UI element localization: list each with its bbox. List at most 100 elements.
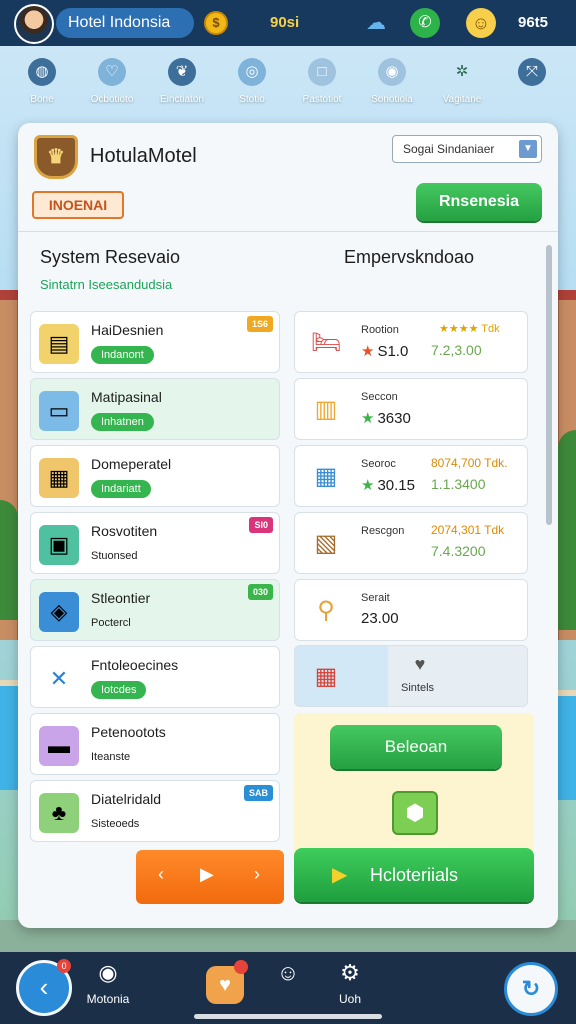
- system-item[interactable]: ◈ Stleontier Poctercl 030: [30, 579, 280, 641]
- nav-item[interactable]: ◎ Stotio: [216, 52, 288, 105]
- beleoan-button[interactable]: Beleoan: [330, 725, 502, 769]
- frame-icon: ▧: [314, 530, 338, 557]
- room-item-label: Rootion: [361, 324, 399, 336]
- reserve-button[interactable]: Rnsenesia: [416, 183, 542, 221]
- star-icon: ✲: [455, 63, 469, 80]
- nav-item[interactable]: ♡ Ocbotioto: [76, 52, 148, 105]
- smile-icon[interactable]: ☺: [466, 8, 496, 38]
- nav-item[interactable]: ◉ Sonotiola: [356, 52, 428, 105]
- notification-badge: 0: [57, 959, 71, 973]
- system-item[interactable]: ▤ HaiDesnien Indanont 1S6: [30, 311, 280, 373]
- room-item-secondary: 7.2,3.00: [431, 342, 482, 358]
- favorites-badge: [234, 960, 248, 974]
- map-pin-icon: ♥: [414, 654, 426, 674]
- nav-item[interactable]: ✲ Vagitane: [426, 52, 498, 105]
- nav-item[interactable]: ⤧: [496, 52, 568, 94]
- system-section-title: System Resevaio: [40, 247, 181, 267]
- room-item-label: Seoroc: [361, 458, 396, 470]
- bottom-item-label: Uoh: [338, 992, 361, 1006]
- avatar[interactable]: [14, 4, 54, 44]
- palm-tree-right: [558, 430, 576, 630]
- system-item[interactable]: ▦ Domeperatel Indariatt: [30, 445, 280, 507]
- room-item[interactable]: ▧ Rescgon 2074,301 Tdk 7.4.3200: [294, 512, 528, 574]
- system-item-status: Indariatt: [91, 480, 151, 498]
- resource-value: 96t5: [518, 14, 549, 31]
- map-card[interactable]: ▦ ♥ Sintels: [294, 645, 528, 707]
- system-item-status: Sisteoeds: [91, 818, 140, 830]
- bottom-item-uoh[interactable]: ⚙ Uoh: [330, 960, 370, 1006]
- star-icon: ★: [361, 343, 375, 360]
- system-item[interactable]: ✕ Fntoleoecines Iotcdes: [30, 646, 280, 708]
- nav-item[interactable]: □ Pastotiot: [286, 52, 358, 105]
- refresh-button[interactable]: ↻: [504, 962, 558, 1016]
- room-item-label: Seccon: [361, 391, 398, 403]
- room-item[interactable]: 🛏 Rootion ★ S1.0 ★★★★ Tdk 7.2,3.00: [294, 311, 528, 373]
- system-item-status: Iotcdes: [91, 681, 147, 699]
- square-icon: □: [308, 58, 336, 86]
- computer-icon: ▭: [39, 391, 79, 431]
- system-item[interactable]: ♣ Diatelridald Sisteoeds SAB: [30, 780, 280, 842]
- system-item-status: Indanont: [91, 346, 154, 364]
- coin-value: 90si: [270, 14, 300, 31]
- top-bar: Hotel Indonsia $ 90si ☁ ✆ ☺ 96t5: [0, 0, 576, 46]
- room-item-secondary: 7.4.3200: [431, 543, 486, 559]
- room-item-value: ★ 30.15: [361, 476, 415, 494]
- hotel-map-icon: ▦: [314, 663, 338, 690]
- prev-button[interactable]: ‹: [158, 864, 164, 885]
- back-arrow-icon: ‹: [39, 972, 49, 1002]
- hotel-name: HotulaMotel: [90, 145, 197, 167]
- next-button[interactable]: ›: [254, 864, 260, 885]
- chevron-down-icon: ▼: [519, 140, 537, 158]
- favorites-icon[interactable]: ♥: [206, 960, 248, 1004]
- hotel-logo: ♛: [34, 135, 78, 179]
- system-item-tag: SI0: [249, 517, 273, 533]
- play-icon: ▶: [332, 864, 348, 886]
- document-icon: ▦: [39, 458, 79, 498]
- room-item[interactable]: ▦ Seoroc ★ 30.15 8074,700 Tdk. 1.1.3400: [294, 445, 528, 507]
- bottom-item-label: Motonia: [86, 992, 130, 1006]
- system-item-name: Rosvotiten: [91, 523, 158, 539]
- nav-item-label: Einctiaton: [160, 94, 204, 105]
- gear-icon: ⚙: [340, 960, 360, 985]
- scrollbar[interactable]: [546, 245, 552, 525]
- system-item-name: Petenootots: [91, 724, 166, 740]
- system-item[interactable]: ▬ Petenootots Iteanste: [30, 713, 280, 775]
- play-button-label: Hcloteriials: [370, 865, 459, 885]
- play-button[interactable]: ▶ Hcloteriials: [294, 848, 534, 902]
- system-section-subtitle: Sintatrn Iseesandudsia: [40, 277, 173, 292]
- laptop-icon: ▬: [39, 726, 79, 766]
- system-item[interactable]: ▣ Rosvotiten Stuonsed SI0: [30, 512, 280, 574]
- nav-item-label: Sonotiola: [371, 94, 413, 105]
- employee-section-title: Empervskndoao: [344, 247, 475, 267]
- room-item-value: ★ S1.0: [361, 342, 408, 360]
- bottom-item-motonia[interactable]: ◉ Motonia: [80, 960, 136, 1006]
- chat-icon[interactable]: ✆: [410, 8, 440, 38]
- room-item[interactable]: ⚲ Serait 23.00: [294, 579, 528, 641]
- leaf-icon: ❦: [168, 58, 196, 86]
- system-item-name: Diatelridald: [91, 791, 162, 807]
- category-nav: ◍ Bone ♡ Ocbotioto ❦ Einctiaton ◎ Stotio □ Pastot…: [0, 52, 576, 116]
- room-item[interactable]: ▥ Seccon ★ 3630: [294, 378, 528, 440]
- bottom-item-profile[interactable]: ☺: [270, 960, 306, 988]
- bed-icon: 🛏: [310, 329, 342, 356]
- hotel-select-dropdown[interactable]: Sogai Sindaniaer ▼: [392, 135, 542, 163]
- briefcase-icon: ▥: [314, 396, 338, 423]
- back-button[interactable]: ‹ 0: [16, 959, 72, 1016]
- circle-icon: ◉: [378, 58, 406, 86]
- heart-icon: ♡: [98, 58, 126, 86]
- nav-item[interactable]: ◍ Bone: [6, 52, 78, 105]
- system-item-tag: SAB: [243, 785, 273, 801]
- keycard-icon: ▣: [39, 525, 79, 565]
- cloud-icon[interactable]: ☁: [364, 12, 388, 34]
- room-item-number: 23.00: [361, 610, 399, 627]
- expand-icon: ⤧: [518, 58, 546, 86]
- nav-item[interactable]: ❦ Einctiaton: [146, 52, 218, 105]
- cube-icon: ⬢: [392, 791, 438, 835]
- play-small-icon[interactable]: ▶: [200, 864, 214, 885]
- map-card-label: Sintels: [401, 682, 435, 694]
- system-item-status: Poctercl: [91, 617, 131, 629]
- room-item-rating: ★★★★ Tdk: [439, 323, 500, 335]
- system-item[interactable]: ▭ Matipasinal Inhatnen: [30, 378, 280, 440]
- palm-tree-left: [0, 500, 18, 620]
- divider: [18, 231, 558, 232]
